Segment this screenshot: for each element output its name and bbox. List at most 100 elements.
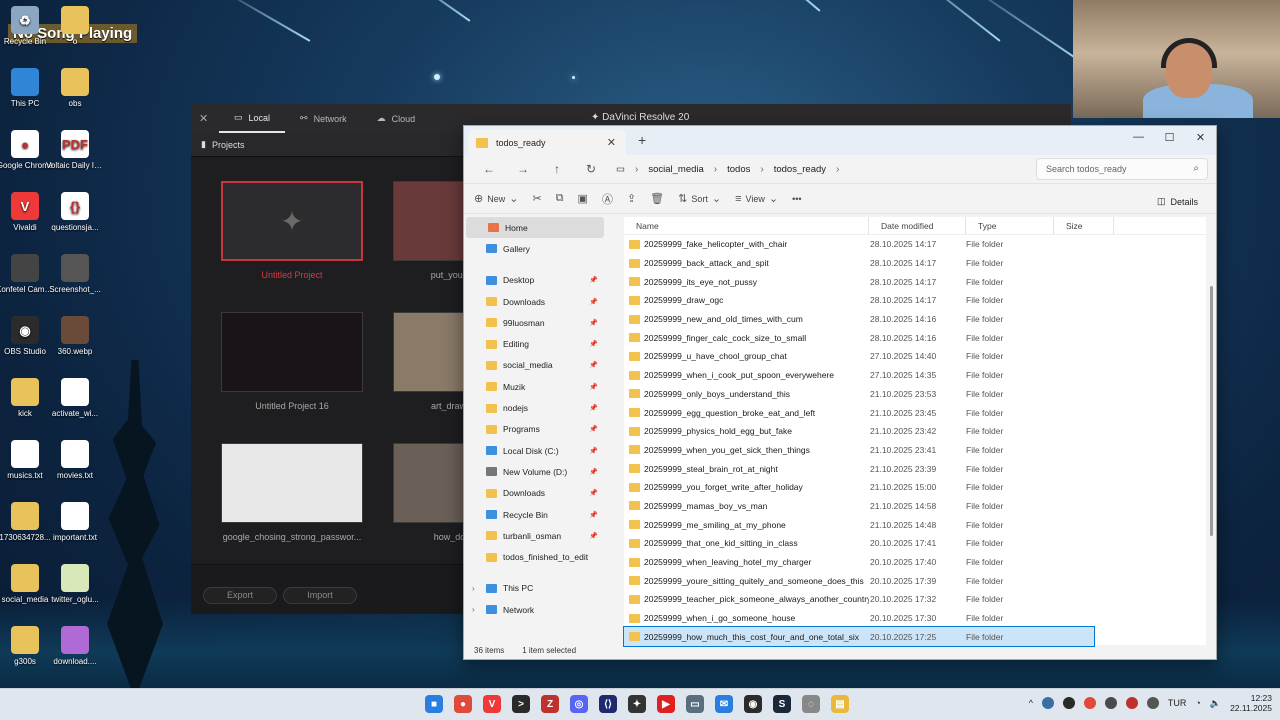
maximize-icon[interactable]: ☐: [1154, 126, 1185, 148]
tab-local[interactable]: ▭ Local: [219, 104, 286, 133]
file-row[interactable]: 20259999_finger_calc_cock_size_to_small 2…: [624, 328, 1206, 347]
file-row[interactable]: 20259999_when_you_get_sick_then_things 21…: [624, 441, 1206, 460]
copy-button[interactable]: ⧉: [556, 192, 564, 205]
nav-item[interactable]: Home: [466, 217, 604, 239]
file-row[interactable]: 20259999_you_forget_write_after_holiday 2…: [624, 478, 1206, 497]
file-row[interactable]: 20259999_its_eye_not_pussy 28.10.2025 14:…: [624, 272, 1206, 291]
nav-item[interactable]: Downloads 📌: [464, 483, 606, 504]
email-icon[interactable]: ✉: [715, 695, 733, 713]
vscode-icon[interactable]: ⟨⟩: [599, 695, 617, 713]
file-row[interactable]: 20259999_when_i_go_someone_house 20.10.20…: [624, 609, 1206, 628]
paste-button[interactable]: ▣: [578, 192, 588, 205]
tab-network[interactable]: ⚯ Network: [285, 104, 362, 133]
filezilla-icon[interactable]: Z: [541, 695, 559, 713]
explorer-2-icon[interactable]: ▭: [686, 695, 704, 713]
explorer-tab[interactable]: todos_ready ✕: [468, 130, 626, 155]
discord-icon[interactable]: ◎: [570, 695, 588, 713]
desktop-icon[interactable]: {} questionsja...: [46, 192, 104, 232]
chevron-right-icon[interactable]: ›: [472, 584, 475, 593]
nav-item[interactable]: Editing 📌: [464, 333, 606, 354]
file-row[interactable]: 20259999_fake_helicopter_with_chair 28.10…: [624, 235, 1206, 254]
file-row[interactable]: 20259999_that_one_kid_sitting_in_class 20…: [624, 534, 1206, 553]
desktop-icon[interactable]: twitter_oglu...: [46, 564, 104, 604]
desktop-icon[interactable]: obs: [46, 68, 104, 108]
file-row[interactable]: 20259999_teacher_pick_someone_always_ano…: [624, 590, 1206, 609]
tray-app-icon[interactable]: [1062, 697, 1075, 709]
nav-item[interactable]: todos_finished_to_edit: [464, 546, 606, 567]
desktop-icon[interactable]: o: [46, 6, 104, 46]
share-button[interactable]: ⇪: [627, 192, 636, 205]
file-row[interactable]: 20259999_when_leaving_hotel_my_charger 20…: [624, 553, 1206, 572]
language-indicator[interactable]: TUR: [1168, 698, 1187, 708]
nav-item[interactable]: Programs 📌: [464, 419, 606, 440]
file-row[interactable]: 20259999_me_smiling_at_my_phone 21.10.202…: [624, 515, 1206, 534]
mic-icon[interactable]: [1146, 697, 1159, 709]
windows-start-icon[interactable]: ■: [425, 695, 443, 713]
tab-cloud[interactable]: ☁ Cloud: [362, 104, 431, 133]
clock[interactable]: 12:23 22.11.2025: [1230, 693, 1272, 713]
column-type[interactable]: Type: [966, 216, 1054, 235]
close-icon[interactable]: ✕: [199, 112, 219, 125]
tray-app-icon[interactable]: [1104, 697, 1117, 709]
search-input[interactable]: Search todos_ready ⌕: [1036, 158, 1208, 180]
details-button[interactable]: ◫ Details: [1157, 196, 1198, 207]
obs-icon[interactable]: ◉: [744, 695, 762, 713]
more-button[interactable]: •••: [792, 194, 801, 204]
nav-item[interactable]: › This PC: [464, 578, 606, 599]
file-row[interactable]: 20259999_physics_hold_egg_but_fake 21.10.…: [624, 422, 1206, 441]
nav-item[interactable]: social_media 📌: [464, 355, 606, 376]
nav-item[interactable]: Muzik 📌: [464, 376, 606, 397]
nav-item[interactable]: 99luosman 📌: [464, 312, 606, 333]
desktop-icon[interactable]: movies.txt: [46, 440, 104, 480]
project-card[interactable]: Untitled Project 16: [221, 312, 363, 411]
view-button[interactable]: ≡ View ⌄: [735, 192, 778, 206]
column-date[interactable]: Date modified: [869, 216, 966, 235]
back-arrow-icon[interactable]: ←: [474, 162, 504, 176]
file-row[interactable]: 20259999_only_boys_understand_this 21.10.…: [624, 385, 1206, 404]
chevron-up-icon[interactable]: ^: [1029, 698, 1033, 708]
terminal-icon[interactable]: >: [512, 695, 530, 713]
nav-item[interactable]: › Network: [464, 599, 606, 620]
nav-item[interactable]: Downloads 📌: [464, 291, 606, 312]
desktop-icon[interactable]: 360.webp: [46, 316, 104, 356]
file-row[interactable]: 20259999_back_attack_and_spit 28.10.2025 …: [624, 254, 1206, 273]
davinci-icon[interactable]: ✦: [628, 695, 646, 713]
wifi-icon[interactable]: ◔: [1195, 698, 1200, 708]
chrome-icon[interactable]: ●: [454, 695, 472, 713]
file-row[interactable]: 20259999_new_and_old_times_with_cum 28.10…: [624, 310, 1206, 329]
import-button[interactable]: Import: [283, 587, 357, 604]
project-card[interactable]: ✦ Untitled Project: [221, 181, 363, 280]
file-row[interactable]: 20259999_steal_brain_rot_at_night 21.10.2…: [624, 459, 1206, 478]
column-size[interactable]: Size: [1054, 216, 1114, 235]
desktop-icon[interactable]: important.txt: [46, 502, 104, 542]
tray-app-icon[interactable]: [1083, 697, 1096, 709]
rename-button[interactable]: Ⓐ: [602, 191, 613, 207]
export-button[interactable]: Export: [203, 587, 277, 604]
scrollbar[interactable]: [1210, 286, 1213, 536]
nav-item[interactable]: Recycle Bin 📌: [464, 504, 606, 525]
breadcrumb[interactable]: ▭ › social_media › todos › todos_ready ›: [616, 158, 839, 180]
onepass-icon[interactable]: ◌: [802, 695, 820, 713]
tray-app-icon[interactable]: [1125, 697, 1138, 709]
file-row[interactable]: 20259999_youre_sitting_quitely_and_someo…: [624, 571, 1206, 590]
tray-app-icon[interactable]: [1041, 697, 1054, 709]
new-button[interactable]: ⊕ New ⌄: [474, 192, 518, 205]
desktop-icon[interactable]: download....: [46, 626, 104, 666]
refresh-icon[interactable]: ↻: [576, 162, 606, 176]
project-card[interactable]: google_chosing_strong_passwor...: [221, 443, 363, 542]
file-row[interactable]: 20259999_when_i_cook_put_spoon_everywehe…: [624, 366, 1206, 385]
breadcrumb-item[interactable]: social_media: [648, 164, 703, 175]
desktop-icon[interactable]: PDF Voltaic Daily Improveme...: [46, 130, 104, 170]
nav-item[interactable]: nodejs 📌: [464, 397, 606, 418]
close-tab-icon[interactable]: ✕: [607, 136, 616, 149]
minimize-icon[interactable]: —: [1123, 126, 1154, 148]
nav-item[interactable]: turbanli_osman 📌: [464, 525, 606, 546]
file-row[interactable]: 20259999_u_have_chool_group_chat 27.10.20…: [624, 347, 1206, 366]
sidebar-toggle-icon[interactable]: ▮: [201, 139, 206, 150]
file-row[interactable]: 20259999_mamas_boy_vs_man 21.10.2025 14:5…: [624, 497, 1206, 516]
file-row[interactable]: 20259999_egg_question_broke_eat_and_left…: [624, 403, 1206, 422]
desktop-icon[interactable]: activate_wi...: [46, 378, 104, 418]
close-window-icon[interactable]: ✕: [1185, 126, 1216, 148]
column-name[interactable]: Name: [624, 216, 869, 235]
steam-icon[interactable]: S: [773, 695, 791, 713]
